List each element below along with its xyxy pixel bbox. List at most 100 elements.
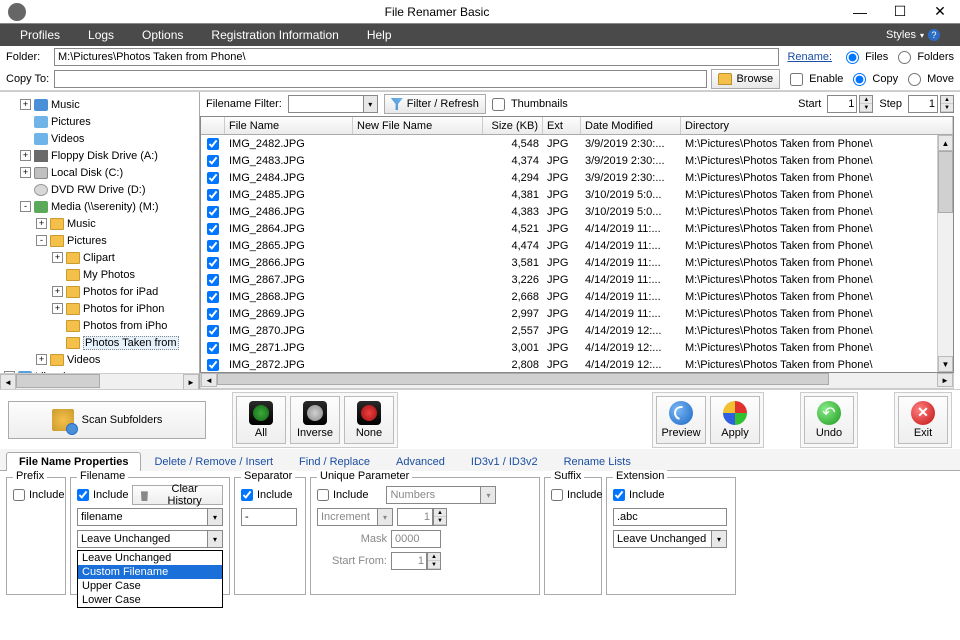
table-scrollbar-v[interactable]: ▲ ▼ [937,135,953,372]
extension-case-combo[interactable]: Leave Unchanged▾ [613,530,727,548]
scroll-left-icon[interactable]: ◄ [0,374,16,389]
close-button[interactable]: ✕ [920,0,960,24]
increment-spinner[interactable]: ▲▼ [397,508,447,526]
expand-icon[interactable]: + [52,252,63,263]
tree-item[interactable]: My Photos [0,266,199,283]
dropdown-option[interactable]: Lower Case [78,593,222,607]
row-checkbox-cell[interactable] [201,223,225,235]
tree-item[interactable]: Pictures [0,113,199,130]
suffix-include-checkbox[interactable] [551,489,563,501]
expand-icon[interactable]: + [20,150,31,161]
table-row[interactable]: IMG_2872.JPG2,808JPG4/14/2019 12:...M:\P… [201,356,953,373]
undo-button[interactable]: Undo [804,396,854,444]
extension-include-checkbox[interactable] [613,489,625,501]
tree-item[interactable]: Videos [0,130,199,147]
row-checkbox-cell[interactable] [201,342,225,354]
tree-item[interactable]: +Music [0,96,199,113]
select-none-button[interactable]: None [344,396,394,444]
col-size[interactable]: Size (KB) [483,117,543,134]
scroll-left-icon[interactable]: ◄ [201,373,217,387]
tree-item[interactable]: +Floppy Disk Drive (A:) [0,147,199,164]
row-checkbox[interactable] [207,342,219,354]
collapse-icon[interactable]: - [20,201,31,212]
row-checkbox-cell[interactable] [201,172,225,184]
separator-include-checkbox[interactable] [241,489,253,501]
tab-advanced[interactable]: Advanced [383,452,458,471]
tree-scrollbar-h[interactable]: ◄ ► [0,373,199,389]
table-row[interactable]: IMG_2869.JPG2,997JPG4/14/2019 11:...M:\P… [201,305,953,322]
filename-value-combo[interactable]: filename▾ [77,508,223,526]
folder-input[interactable] [54,48,779,66]
apply-button[interactable]: Apply [710,396,760,444]
expand-icon[interactable]: + [20,167,31,178]
table-row[interactable]: IMG_2871.JPG3,001JPG4/14/2019 12:...M:\P… [201,339,953,356]
scroll-thumb[interactable] [938,151,953,213]
separator-input[interactable] [241,508,297,526]
col-date[interactable]: Date Modified [581,117,681,134]
tab-file-name-properties[interactable]: File Name Properties [6,452,141,471]
row-checkbox[interactable] [207,189,219,201]
expand-icon[interactable]: + [52,303,63,314]
table-scrollbar-h[interactable]: ◄ ► [200,373,954,389]
startfrom-spinner[interactable]: ▲▼ [391,552,441,570]
row-checkbox-cell[interactable] [201,138,225,150]
menu-profiles[interactable]: Profiles [6,24,74,46]
table-row[interactable]: IMG_2870.JPG2,557JPG4/14/2019 12:...M:\P… [201,322,953,339]
row-checkbox[interactable] [207,240,219,252]
table-row[interactable]: IMG_2864.JPG4,521JPG4/14/2019 11:...M:\P… [201,220,953,237]
select-all-button[interactable]: All [236,396,286,444]
scan-subfolders-button[interactable]: Scan Subfolders [8,401,206,439]
row-checkbox-cell[interactable] [201,206,225,218]
tree-item[interactable]: +Videos [0,351,199,368]
col-checkbox[interactable] [201,117,225,134]
tree-item[interactable]: Photos Taken from [0,334,199,351]
tab-id3[interactable]: ID3v1 / ID3v2 [458,452,551,471]
row-checkbox-cell[interactable] [201,325,225,337]
col-ext[interactable]: Ext [543,117,581,134]
clear-history-button[interactable]: Clear History [132,485,223,505]
tab-find-replace[interactable]: Find / Replace [286,452,383,471]
col-filename[interactable]: File Name [225,117,353,134]
collapse-icon[interactable]: - [36,235,47,246]
maximize-button[interactable]: ☐ [880,0,920,24]
tree-item[interactable]: Photos from iPho [0,317,199,334]
tree-item[interactable]: -Media (\\serenity) (M:) [0,198,199,215]
table-row[interactable]: IMG_2866.JPG3,581JPG4/14/2019 11:...M:\P… [201,254,953,271]
thumbnails-checkbox[interactable] [492,98,505,111]
exit-button[interactable]: Exit [898,396,948,444]
dropdown-option[interactable]: Custom Filename [78,565,222,579]
menu-help[interactable]: Help [353,24,406,46]
row-checkbox-cell[interactable] [201,308,225,320]
tree-item[interactable]: +Music [0,215,199,232]
row-checkbox-cell[interactable] [201,274,225,286]
filename-case-combo[interactable]: Leave Unchanged▾ [77,530,223,548]
tree-item[interactable]: +Local Disk (C:) [0,164,199,181]
tab-rename-lists[interactable]: Rename Lists [551,452,644,471]
tree-item[interactable]: +Photos for iPhon [0,300,199,317]
unique-type-combo[interactable]: Numbers▾ [386,486,496,504]
row-checkbox-cell[interactable] [201,155,225,167]
select-inverse-button[interactable]: Inverse [290,396,340,444]
row-checkbox-cell[interactable] [201,359,225,371]
expand-icon[interactable]: + [52,286,63,297]
copy-radio[interactable] [853,73,866,86]
tree-item[interactable]: +Clipart [0,249,199,266]
scroll-right-icon[interactable]: ► [183,374,199,389]
table-row[interactable]: IMG_2485.JPG4,381JPG3/10/2019 5:0...M:\P… [201,186,953,203]
table-row[interactable]: IMG_2482.JPG4,548JPG3/9/2019 2:30:...M:\… [201,135,953,152]
menu-styles[interactable]: Styles ▾ ? [872,24,954,46]
rename-link[interactable]: Rename: [783,51,836,63]
row-checkbox[interactable] [207,138,219,150]
scroll-right-icon[interactable]: ► [937,373,953,387]
help-icon[interactable]: ? [928,29,940,41]
table-row[interactable]: IMG_2865.JPG4,474JPG4/14/2019 11:...M:\P… [201,237,953,254]
row-checkbox[interactable] [207,291,219,303]
table-row[interactable]: IMG_2486.JPG4,383JPG3/10/2019 5:0...M:\P… [201,203,953,220]
move-radio[interactable] [908,73,921,86]
row-checkbox[interactable] [207,308,219,320]
expand-icon[interactable]: + [36,354,47,365]
table-row[interactable]: IMG_2483.JPG4,374JPG3/9/2019 2:30:...M:\… [201,152,953,169]
enable-checkbox[interactable] [790,73,803,86]
filter-refresh-button[interactable]: Filter / Refresh [384,94,486,114]
row-checkbox-cell[interactable] [201,240,225,252]
